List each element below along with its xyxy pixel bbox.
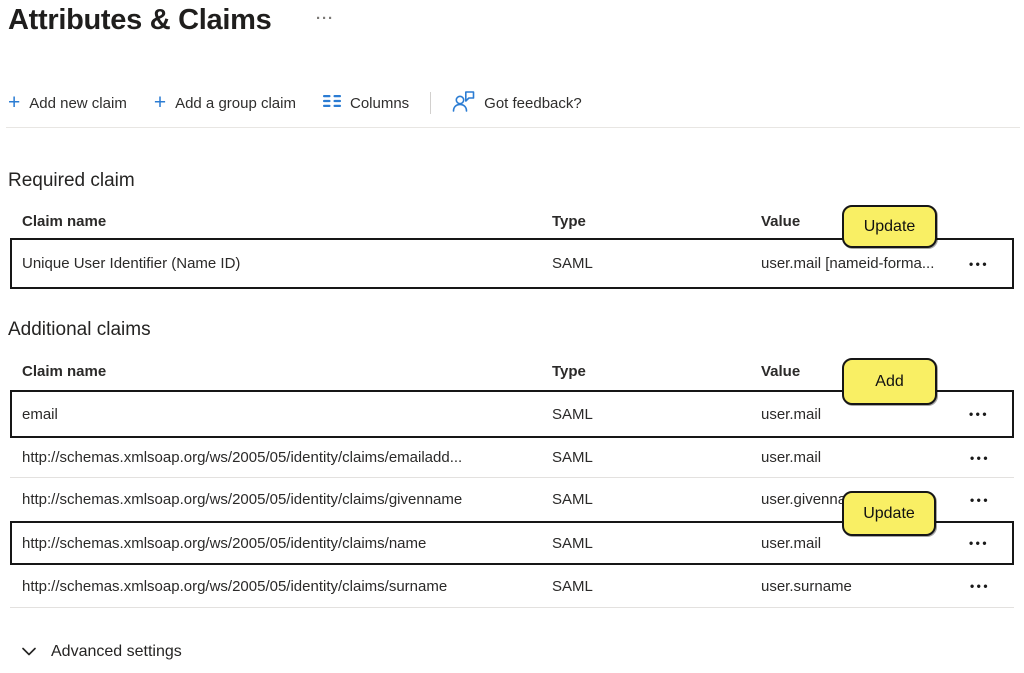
- advanced-settings-toggle[interactable]: Advanced settings: [22, 643, 182, 661]
- column-header-claim-name: Claim name: [22, 213, 552, 230]
- add-group-claim-button[interactable]: + Add a group claim: [154, 93, 296, 114]
- chevron-down-icon: [22, 643, 36, 661]
- table-row-surname[interactable]: http://schemas.xmlsoap.org/ws/2005/05/id…: [10, 565, 1014, 608]
- feedback-icon: [452, 91, 475, 116]
- claim-name-cell: http://schemas.xmlsoap.org/ws/2005/05/id…: [22, 491, 552, 508]
- toolbar-divider: [6, 127, 1020, 128]
- column-header-type: Type: [552, 363, 761, 380]
- annotation-add-email-claim: Add: [842, 358, 937, 405]
- table-row-emailaddress[interactable]: http://schemas.xmlsoap.org/ws/2005/05/id…: [10, 438, 1014, 478]
- claim-name-cell: http://schemas.xmlsoap.org/ws/2005/05/id…: [22, 449, 552, 466]
- page-title: Attributes & Claims: [8, 4, 271, 37]
- type-cell: SAML: [552, 255, 761, 272]
- columns-button[interactable]: Columns: [323, 94, 409, 112]
- add-group-claim-label: Add a group claim: [175, 95, 296, 112]
- claim-name-cell: Unique User Identifier (Name ID): [22, 255, 552, 272]
- advanced-settings-label: Advanced settings: [51, 643, 182, 661]
- row-menu-button[interactable]: •••: [968, 448, 992, 468]
- got-feedback-button[interactable]: Got feedback?: [452, 91, 582, 116]
- column-header-claim-name: Claim name: [22, 363, 552, 380]
- value-cell: user.mail [nameid-forma...: [761, 255, 946, 272]
- value-cell: user.surname: [761, 578, 946, 595]
- plus-icon: +: [8, 92, 20, 113]
- plus-icon: +: [154, 92, 166, 113]
- row-menu-button[interactable]: •••: [967, 254, 991, 274]
- claim-name-cell: http://schemas.xmlsoap.org/ws/2005/05/id…: [22, 578, 552, 595]
- annotation-update-required-claim: Update: [842, 205, 937, 248]
- row-menu-button[interactable]: •••: [968, 490, 992, 510]
- value-cell: user.mail: [761, 449, 946, 466]
- add-new-claim-label: Add new claim: [29, 95, 127, 112]
- value-cell: user.mail: [761, 535, 946, 552]
- attributes-claims-page: Attributes & Claims ··· + Add new claim …: [0, 0, 1024, 673]
- row-menu-button[interactable]: •••: [967, 533, 991, 553]
- column-header-type: Type: [552, 213, 761, 230]
- annotation-update-name-claim: Update: [842, 491, 936, 536]
- claim-name-cell: http://schemas.xmlsoap.org/ws/2005/05/id…: [22, 535, 552, 552]
- got-feedback-label: Got feedback?: [484, 95, 582, 112]
- additional-claims-heading: Additional claims: [8, 319, 151, 341]
- command-bar: + Add new claim + Add a group claim: [8, 89, 582, 117]
- type-cell: SAML: [552, 578, 761, 595]
- columns-label: Columns: [350, 95, 409, 112]
- claim-name-cell: email: [22, 406, 552, 423]
- row-menu-button[interactable]: •••: [967, 404, 991, 424]
- type-cell: SAML: [552, 535, 761, 552]
- type-cell: SAML: [552, 406, 761, 423]
- row-menu-button[interactable]: •••: [968, 576, 992, 596]
- required-claim-heading: Required claim: [8, 170, 135, 192]
- type-cell: SAML: [552, 491, 761, 508]
- toolbar-separator: [430, 92, 431, 114]
- add-new-claim-button[interactable]: + Add new claim: [8, 93, 127, 114]
- type-cell: SAML: [552, 449, 761, 466]
- value-cell: user.mail: [761, 406, 946, 423]
- title-more-button[interactable]: ···: [316, 10, 334, 27]
- columns-icon: [323, 94, 341, 112]
